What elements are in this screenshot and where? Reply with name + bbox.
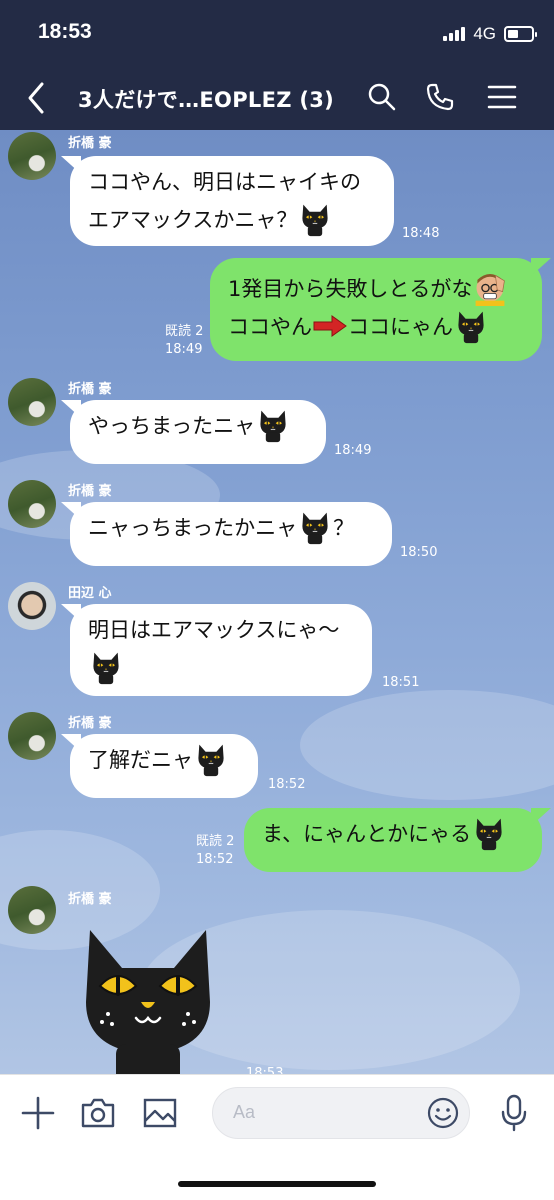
- message-bubble[interactable]: ニャっちまったかニャ ？: [70, 502, 392, 566]
- message-text: ま、にゃんとかにゃる: [262, 822, 472, 846]
- message-text: エアマックスかニャ？: [88, 208, 298, 232]
- status-indicators: 4G: [443, 22, 537, 46]
- message-time: 18:49: [334, 443, 372, 458]
- message-time: 18:51: [382, 675, 420, 690]
- image-icon: [143, 1098, 177, 1128]
- avatar[interactable]: [8, 132, 56, 180]
- emoji-icon: [427, 1097, 459, 1129]
- message-text: ココにゃん: [348, 315, 453, 339]
- message-time: 18:50: [400, 545, 438, 560]
- voice-button[interactable]: [496, 1094, 532, 1132]
- message-bubble[interactable]: ま、にゃんとかにゃる: [244, 808, 542, 872]
- message-text: 了解だニャ: [88, 748, 193, 772]
- sender-name: 折橋 豪: [68, 892, 112, 907]
- chat-title[interactable]: 3人だけで…EOPLEZ (3): [78, 84, 334, 114]
- facepalm-emoji-icon: [475, 274, 506, 306]
- sender-name: 折橋 豪: [68, 136, 112, 151]
- black-cat-emoji-icon: [471, 815, 507, 851]
- message-time: 18:53: [246, 1066, 284, 1074]
- message-time: 18:48: [402, 226, 440, 241]
- message-time: 18:49: [165, 342, 203, 357]
- message-text: ニャっちまったかニャ: [88, 516, 298, 540]
- avatar[interactable]: [8, 582, 56, 630]
- camera-button[interactable]: [80, 1095, 116, 1131]
- message-bubble[interactable]: ココやん、明日はニャイキの エアマックスかニャ？: [70, 156, 394, 246]
- avatar[interactable]: [8, 480, 56, 528]
- camera-icon: [81, 1098, 115, 1128]
- network-type: 4G: [473, 24, 496, 43]
- back-button[interactable]: [26, 80, 52, 116]
- menu-button[interactable]: [486, 81, 518, 113]
- black-cat-emoji-icon: [453, 308, 489, 344]
- message-text: ココやん: [228, 315, 312, 339]
- call-button[interactable]: [424, 81, 456, 113]
- right-arrow-emoji-icon: [313, 315, 347, 337]
- plus-icon: [21, 1096, 55, 1130]
- sender-name: 折橋 豪: [68, 382, 112, 397]
- back-icon: [28, 82, 44, 114]
- message-bubble[interactable]: やっちまったニャ: [70, 400, 326, 464]
- avatar[interactable]: [8, 378, 56, 426]
- call-icon: [426, 83, 454, 111]
- image-button[interactable]: [142, 1095, 178, 1131]
- message-bubble[interactable]: 明日はエアマックスにゃ〜: [70, 604, 372, 696]
- battery-level: [508, 30, 518, 38]
- status-time: 18:53: [38, 20, 92, 43]
- signal-icon: [443, 27, 466, 41]
- read-receipt: 既読 2: [165, 324, 204, 339]
- black-cat-emoji-icon: [297, 201, 333, 237]
- message-text: ？: [333, 516, 355, 540]
- menu-icon: [487, 85, 517, 109]
- sender-name: 折橋 豪: [68, 484, 112, 499]
- black-cat-emoji-icon: [193, 741, 229, 777]
- black-cat-emoji-icon: [255, 407, 291, 443]
- message-input[interactable]: Aa: [212, 1087, 470, 1139]
- chat-area[interactable]: 折橋 豪 ココやん、明日はニャイキの エアマックスかニャ？ 18:48 既読 2…: [0, 130, 554, 1074]
- avatar[interactable]: [8, 886, 56, 934]
- home-indicator: [178, 1181, 376, 1187]
- sender-name: 折橋 豪: [68, 716, 112, 731]
- chat-header: 18:53 4G 3人だけで…EOPLEZ (3): [0, 0, 554, 130]
- battery-icon: [504, 26, 537, 42]
- message-bubble[interactable]: 了解だニャ: [70, 734, 258, 798]
- message-input-placeholder: Aa: [233, 1102, 256, 1122]
- composer-bar: Aa: [0, 1074, 554, 1200]
- message-bubble[interactable]: 1発目から失敗しとるがな ココやん ココにゃん: [210, 258, 542, 361]
- message-text: ココやん、明日はニャイキの: [88, 170, 361, 194]
- read-receipt: 既読 2: [196, 834, 235, 849]
- sender-name: 田辺 心: [68, 586, 112, 601]
- message-time: 18:52: [268, 777, 306, 792]
- black-cat-emoji-icon: [88, 649, 124, 685]
- message-time: 18:52: [196, 852, 234, 867]
- search-button[interactable]: [366, 81, 398, 113]
- black-cat-sticker[interactable]: [78, 926, 218, 1074]
- avatar[interactable]: [8, 712, 56, 760]
- message-text: 1発目から失敗しとるがな: [228, 277, 473, 301]
- black-cat-emoji-icon: [297, 509, 333, 545]
- emoji-button[interactable]: [427, 1097, 459, 1129]
- search-icon: [368, 83, 396, 111]
- message-text: 明日はエアマックスにゃ〜: [88, 618, 340, 642]
- message-text: やっちまったニャ: [88, 414, 256, 438]
- mic-icon: [501, 1094, 527, 1132]
- add-button[interactable]: [20, 1095, 56, 1131]
